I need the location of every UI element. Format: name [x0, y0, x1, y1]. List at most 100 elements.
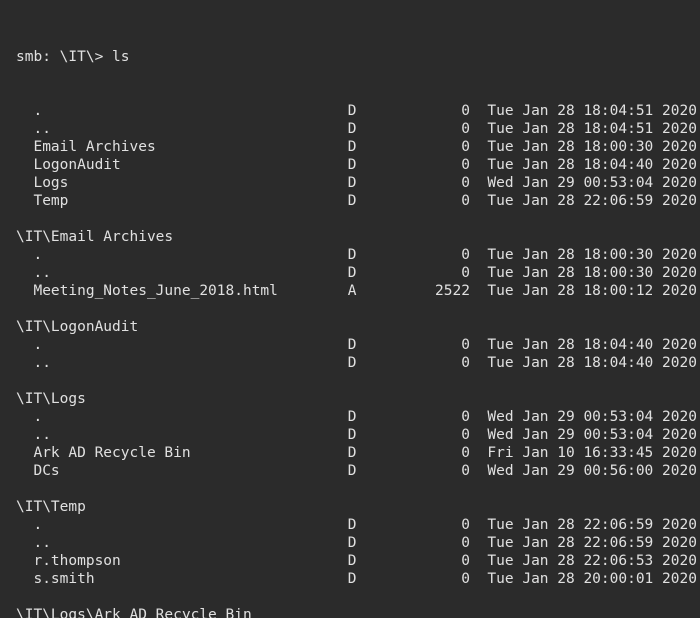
file-attr: D	[348, 138, 400, 156]
file-attr: D	[348, 426, 400, 444]
file-attr: D	[348, 192, 400, 210]
file-date: Wed Jan 29 00:53:04 2020	[487, 408, 697, 426]
file-entry: . D 0 Tue Jan 28 18:00:30 2020	[16, 246, 684, 264]
file-entry: r.thompson D 0 Tue Jan 28 22:06:53 2020	[16, 552, 684, 570]
file-attr: D	[348, 354, 400, 372]
file-size: 0	[400, 570, 470, 588]
file-name: Ark AD Recycle Bin	[16, 444, 348, 462]
file-date: Tue Jan 28 18:04:40 2020	[487, 354, 697, 372]
file-attr: D	[348, 336, 400, 354]
file-date: Tue Jan 28 18:00:30 2020	[487, 264, 697, 282]
file-entry: .. D 0 Tue Jan 28 18:04:40 2020	[16, 354, 684, 372]
file-name: DCs	[16, 462, 348, 480]
section-header: \IT\Temp	[16, 498, 684, 516]
file-name: .	[16, 408, 348, 426]
file-entry: DCs D 0 Wed Jan 29 00:56:00 2020	[16, 462, 684, 480]
file-size: 0	[400, 174, 470, 192]
file-size: 0	[400, 102, 470, 120]
file-attr: D	[348, 408, 400, 426]
blank-line	[16, 210, 684, 228]
file-size: 0	[400, 264, 470, 282]
file-date: Tue Jan 28 18:00:30 2020	[487, 138, 697, 156]
file-attr: A	[348, 282, 400, 300]
section-header: \IT\LogonAudit	[16, 318, 684, 336]
section-header: \IT\Email Archives	[16, 228, 684, 246]
file-entry: .. D 0 Wed Jan 29 00:53:04 2020	[16, 426, 684, 444]
file-size: 0	[400, 462, 470, 480]
file-size: 0	[400, 192, 470, 210]
blank-line	[16, 372, 684, 390]
file-name: s.smith	[16, 570, 348, 588]
file-entry: Meeting_Notes_June_2018.html A 2522 Tue …	[16, 282, 684, 300]
file-date: Tue Jan 28 18:04:51 2020	[487, 120, 697, 138]
file-size: 0	[400, 138, 470, 156]
file-entry: . D 0 Tue Jan 28 22:06:59 2020	[16, 516, 684, 534]
file-date: Fri Jan 10 16:33:45 2020	[487, 444, 697, 462]
file-size: 0	[400, 156, 470, 174]
file-name: Meeting_Notes_June_2018.html	[16, 282, 348, 300]
file-size: 0	[400, 354, 470, 372]
file-entry: Ark AD Recycle Bin D 0 Fri Jan 10 16:33:…	[16, 444, 684, 462]
file-attr: D	[348, 462, 400, 480]
file-date: Tue Jan 28 20:00:01 2020	[487, 570, 697, 588]
file-entry: . D 0 Tue Jan 28 18:04:40 2020	[16, 336, 684, 354]
file-name: r.thompson	[16, 552, 348, 570]
file-date: Tue Jan 28 18:00:30 2020	[487, 246, 697, 264]
file-date: Tue Jan 28 18:04:51 2020	[487, 102, 697, 120]
file-size: 0	[400, 552, 470, 570]
file-name: ..	[16, 426, 348, 444]
file-entry: s.smith D 0 Tue Jan 28 20:00:01 2020	[16, 570, 684, 588]
file-date: Wed Jan 29 00:56:00 2020	[487, 462, 697, 480]
blank-line	[16, 300, 684, 318]
file-attr: D	[348, 444, 400, 462]
file-size: 0	[400, 120, 470, 138]
file-size: 2522	[400, 282, 470, 300]
file-attr: D	[348, 516, 400, 534]
file-size: 0	[400, 336, 470, 354]
file-name: .	[16, 102, 348, 120]
file-entry: .. D 0 Tue Jan 28 18:04:51 2020	[16, 120, 684, 138]
file-attr: D	[348, 534, 400, 552]
file-entry: .. D 0 Tue Jan 28 22:06:59 2020	[16, 534, 684, 552]
file-date: Tue Jan 28 18:04:40 2020	[487, 336, 697, 354]
file-size: 0	[400, 408, 470, 426]
file-size: 0	[400, 246, 470, 264]
file-name: ..	[16, 534, 348, 552]
file-name: .	[16, 516, 348, 534]
file-entry: . D 0 Tue Jan 28 18:04:51 2020	[16, 102, 684, 120]
file-date: Tue Jan 28 18:00:12 2020	[487, 282, 697, 300]
section-header: \IT\Logs\Ark AD Recycle Bin	[16, 606, 684, 618]
file-attr: D	[348, 174, 400, 192]
file-entry: . D 0 Wed Jan 29 00:53:04 2020	[16, 408, 684, 426]
file-name: .	[16, 246, 348, 264]
file-name: ..	[16, 120, 348, 138]
file-entry: Email Archives D 0 Tue Jan 28 18:00:30 2…	[16, 138, 684, 156]
directory-listing: . D 0 Tue Jan 28 18:04:51 2020 .. D 0 Tu…	[16, 102, 684, 618]
file-attr: D	[348, 264, 400, 282]
file-name: ..	[16, 354, 348, 372]
file-date: Tue Jan 28 22:06:59 2020	[487, 516, 697, 534]
file-size: 0	[400, 444, 470, 462]
section-header: \IT\Logs	[16, 390, 684, 408]
smb-prompt-line[interactable]: smb: \IT\> ls	[16, 48, 684, 66]
file-attr: D	[348, 120, 400, 138]
file-attr: D	[348, 570, 400, 588]
terminal-output: smb: \IT\> ls . D 0 Tue Jan 28 18:04:51 …	[0, 0, 700, 618]
blank-line	[16, 588, 684, 606]
file-entry: LogonAudit D 0 Tue Jan 28 18:04:40 2020	[16, 156, 684, 174]
file-date: Wed Jan 29 00:53:04 2020	[487, 174, 697, 192]
file-attr: D	[348, 246, 400, 264]
file-date: Wed Jan 29 00:53:04 2020	[487, 426, 697, 444]
file-size: 0	[400, 426, 470, 444]
file-name: LogonAudit	[16, 156, 348, 174]
file-name: Email Archives	[16, 138, 348, 156]
file-entry: .. D 0 Tue Jan 28 18:00:30 2020	[16, 264, 684, 282]
file-attr: D	[348, 102, 400, 120]
file-size: 0	[400, 516, 470, 534]
file-date: Tue Jan 28 22:06:59 2020	[487, 192, 697, 210]
file-attr: D	[348, 552, 400, 570]
file-date: Tue Jan 28 18:04:40 2020	[487, 156, 697, 174]
file-name: .	[16, 336, 348, 354]
blank-line	[16, 480, 684, 498]
file-date: Tue Jan 28 22:06:53 2020	[487, 552, 697, 570]
